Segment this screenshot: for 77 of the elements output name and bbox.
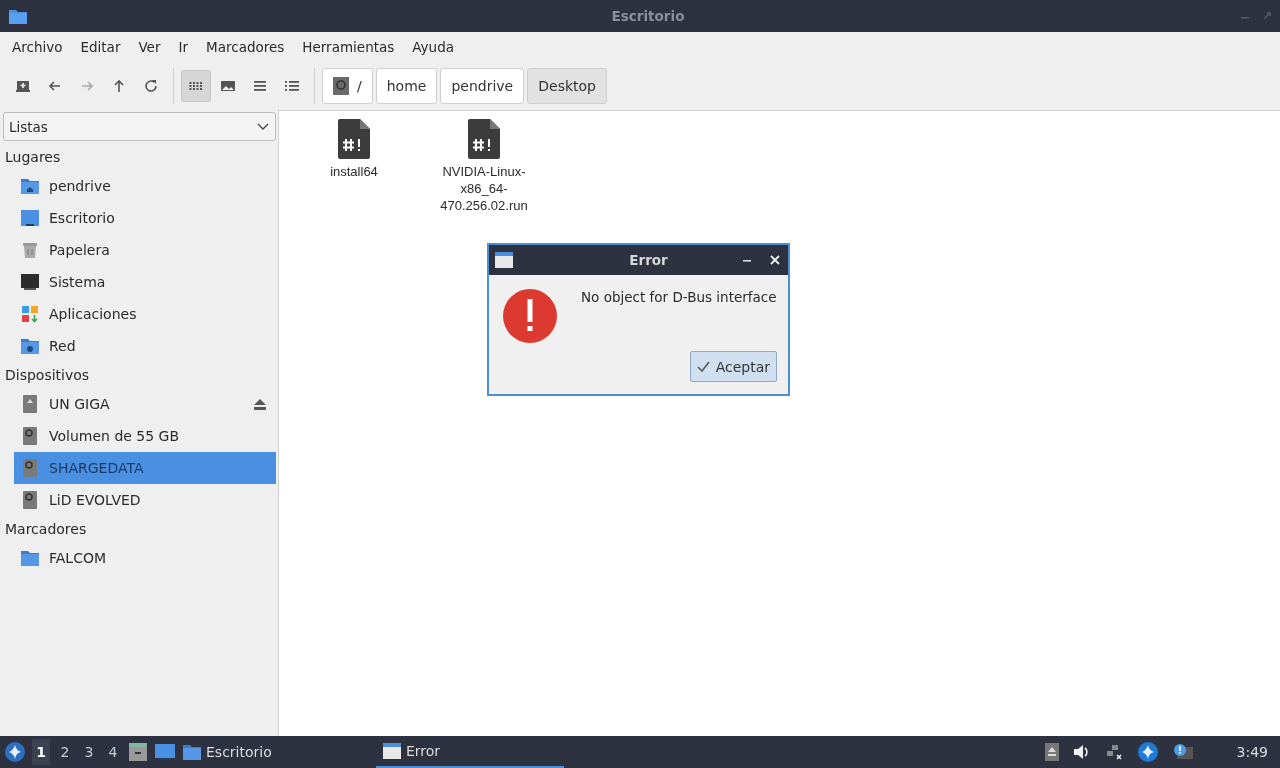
menu-item[interactable]: Editar <box>74 39 127 55</box>
taskbar-window-button[interactable]: Error <box>376 736 564 768</box>
view-dropdown[interactable]: Listas <box>3 112 276 141</box>
window-icon <box>495 252 513 268</box>
sidebar-item[interactable]: Volumen de 55 GB <box>14 420 276 452</box>
folder-icon <box>182 743 202 761</box>
eject-icon[interactable] <box>1044 743 1059 761</box>
drive-icon <box>333 77 349 95</box>
menu-item[interactable]: Herramientas <box>296 39 401 55</box>
drive-icon <box>20 490 40 510</box>
menu-item[interactable]: Ayuda <box>406 39 460 55</box>
folder-icon <box>20 548 40 568</box>
section-heading: Dispositivos <box>4 366 91 385</box>
icon-view-button[interactable] <box>181 70 211 102</box>
monitor-icon <box>20 272 40 292</box>
sidebar-item[interactable]: Aplicaciones <box>14 298 276 330</box>
window-title: Escritorio <box>610 8 686 24</box>
folder-icon <box>8 7 28 25</box>
trash-icon <box>20 240 40 260</box>
close-icon[interactable] <box>770 255 780 265</box>
script-file-icon <box>338 119 370 159</box>
dialog-message: No object for D-Bus interface <box>581 289 777 307</box>
sidebar-item[interactable]: UN GIGA <box>14 388 276 420</box>
sidebar-item[interactable]: Escritorio <box>14 202 276 234</box>
file-name: install64 <box>329 163 379 180</box>
file-item[interactable]: NVIDIA-Linux-x86_64-470.256.02.run <box>429 119 539 214</box>
eject-icon[interactable] <box>254 398 266 410</box>
workspace-button[interactable]: 1 <box>32 739 50 765</box>
sidebar-item[interactable]: Red <box>14 330 276 362</box>
menu-item[interactable]: Ir <box>172 39 195 55</box>
notification-icon[interactable] <box>1172 743 1193 761</box>
error-icon <box>503 289 557 343</box>
network-icon[interactable] <box>1104 744 1123 760</box>
path-button[interactable]: pendrive <box>440 68 525 104</box>
desktop-icon[interactable] <box>154 743 176 761</box>
sidebar-item[interactable]: pendrive <box>14 170 276 202</box>
file-name: NVIDIA-Linux-x86_64-470.256.02.run <box>439 163 529 214</box>
start-menu-icon[interactable] <box>4 741 26 763</box>
workspace-button[interactable]: 2 <box>56 739 74 765</box>
dialog-title: Error <box>628 252 669 268</box>
script-file-icon <box>468 119 500 159</box>
volume-icon[interactable] <box>1072 744 1091 760</box>
path-button[interactable]: home <box>375 68 438 104</box>
sidebar-item[interactable]: FALCOM <box>14 542 276 574</box>
drive-icon <box>20 426 40 446</box>
taskbar-window-button[interactable]: Escritorio <box>182 736 370 768</box>
path-button[interactable]: Desktop <box>527 68 607 104</box>
desktop-icon <box>20 208 40 228</box>
image-icon <box>220 78 236 94</box>
reload-icon <box>143 78 159 94</box>
list-icon <box>252 78 268 94</box>
menu-item[interactable]: Ver <box>132 39 167 55</box>
sidebar-item[interactable]: LiD EVOLVED <box>14 484 276 516</box>
clock: 3:49 <box>1236 744 1268 760</box>
menu-item[interactable]: Archivo <box>6 39 69 55</box>
file-item[interactable]: install64 <box>299 119 409 180</box>
sidebar-item[interactable]: Sistema <box>14 266 276 298</box>
drive-icon <box>20 458 40 478</box>
chevron-down-icon <box>257 122 269 131</box>
checkmark-icon <box>696 361 710 372</box>
path-button[interactable]: / <box>322 68 373 104</box>
file-cabinet-icon[interactable] <box>128 742 148 762</box>
section-heading: Lugares <box>4 148 62 167</box>
update-icon[interactable] <box>1136 741 1159 763</box>
home-folder-icon <box>20 176 40 196</box>
removable-drive-icon <box>20 394 40 414</box>
applications-icon <box>20 304 40 324</box>
sidebar-item[interactable]: Papelera <box>14 234 276 266</box>
accept-button[interactable]: Aceptar <box>689 351 777 382</box>
workspace-button[interactable]: 3 <box>80 739 98 765</box>
new-tab-icon <box>15 78 31 94</box>
window-icon <box>382 742 402 760</box>
workspace-button[interactable]: 4 <box>104 739 122 765</box>
section-heading: Marcadores <box>4 520 88 539</box>
menu-item[interactable]: Marcadores <box>200 39 291 55</box>
network-folder-icon <box>20 336 40 356</box>
detail-list-icon <box>284 78 300 94</box>
